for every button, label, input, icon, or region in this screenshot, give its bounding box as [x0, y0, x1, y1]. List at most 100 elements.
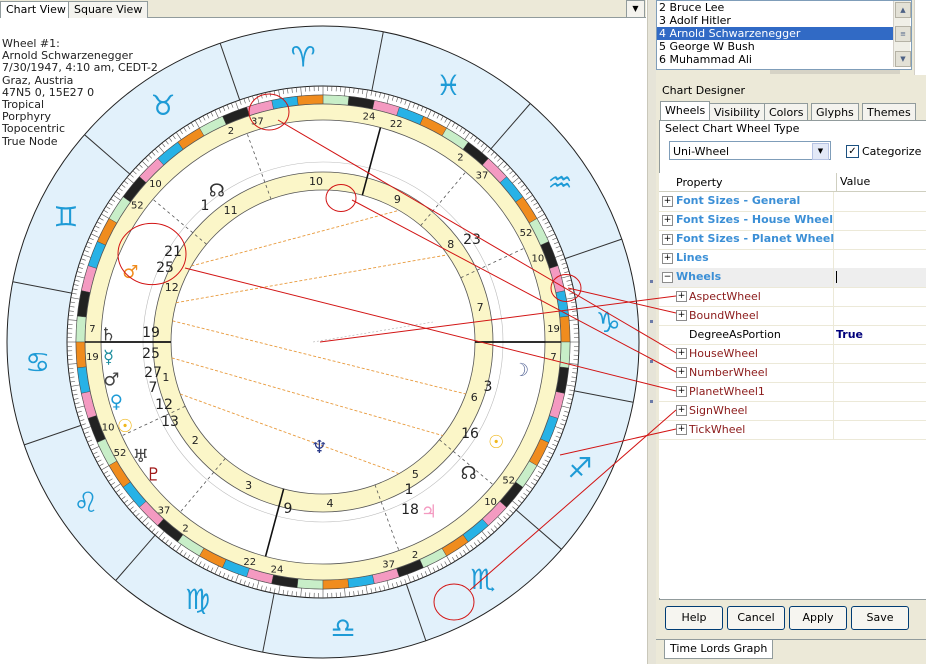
house-number: 1: [162, 371, 169, 384]
tab-wheels[interactable]: Wheels: [660, 101, 711, 121]
planet-glyph-icon: ☿: [103, 347, 114, 368]
tab-dropdown-arrow-icon[interactable]: ▼: [626, 0, 645, 18]
cusp-degree-label: 2: [228, 126, 234, 137]
expand-icon[interactable]: +: [676, 367, 687, 378]
category-row[interactable]: + Lines: [659, 249, 926, 269]
tab-visibility[interactable]: Visibility: [709, 103, 766, 121]
wheel-list: 2 Bruce Lee 3 Adolf Hitler 4 Arnold Schw…: [656, 0, 912, 70]
chart-designer-title: Chart Designer: [662, 84, 745, 97]
planet-degree-label: 16: [461, 426, 479, 442]
category-row[interactable]: + Font Sizes - General: [659, 192, 926, 212]
zodiac-sign-icon: ♊: [53, 201, 78, 234]
wheel-type-select[interactable]: Uni-Wheel ▼: [669, 141, 831, 160]
property-row-numberwheel[interactable]: + NumberWheel: [659, 363, 926, 383]
expand-icon[interactable]: +: [662, 196, 673, 207]
wheel-list-scrollbar[interactable]: ▲ ≡ ▼: [893, 1, 911, 67]
list-item[interactable]: 6 Muhammad Ali: [657, 53, 911, 66]
planet-degree-label: 1: [201, 198, 210, 214]
category-label: Lines: [676, 251, 709, 264]
expand-icon[interactable]: +: [676, 291, 687, 302]
expand-icon[interactable]: +: [662, 215, 673, 226]
list-item[interactable]: 5 George W Bush: [657, 40, 911, 53]
planet-minute-label: 25: [156, 260, 174, 276]
house-number: 5: [412, 468, 419, 481]
tab-chart-view[interactable]: Chart View: [0, 1, 72, 19]
text-cursor: [836, 271, 837, 283]
zodiac-sign-icon: ♒: [548, 166, 573, 199]
horizontal-splitter[interactable]: [770, 70, 900, 74]
planet-glyph-icon: ♆: [311, 437, 327, 458]
category-row-wheels[interactable]: − Wheels: [659, 268, 926, 288]
expand-icon[interactable]: +: [676, 405, 687, 416]
collapse-icon[interactable]: −: [662, 272, 673, 283]
planet-degree-label: 19: [142, 325, 160, 341]
zodiac-sign-icon: ♋: [25, 346, 50, 379]
property-name: TickWheel: [689, 423, 746, 436]
property-row-signwheel[interactable]: + SignWheel: [659, 401, 926, 421]
cusp-minute-label: 37: [382, 559, 395, 570]
expand-icon[interactable]: +: [676, 310, 687, 321]
zodiac-sign-icon: ♏: [470, 563, 495, 596]
property-row-housewheel[interactable]: + HouseWheel: [659, 344, 926, 364]
planet-minute-label: 25: [142, 346, 160, 362]
planet-minute-label: 18: [401, 502, 419, 518]
chart-info-block: Wheel #1: Arnold Schwarzenegger 7/30/194…: [2, 37, 158, 148]
cusp-minute-label: 10: [532, 253, 545, 264]
list-item[interactable]: 3 Adolf Hitler: [657, 14, 911, 27]
planet-glyph-icon: ♇: [146, 464, 162, 485]
chevron-down-icon[interactable]: ▼: [812, 143, 829, 160]
planet-degree-label: 23: [463, 232, 481, 248]
property-name: HouseWheel: [689, 347, 758, 360]
property-row-boundwheel[interactable]: + BoundWheel: [659, 306, 926, 326]
expand-icon[interactable]: +: [662, 234, 673, 245]
value-column-header: Value: [836, 173, 870, 191]
tab-colors[interactable]: Colors: [764, 103, 809, 121]
cusp-minute-label: 10: [484, 497, 497, 508]
property-row-planetwheel1[interactable]: + PlanetWheel1: [659, 382, 926, 402]
property-row-tickwheel[interactable]: + TickWheel: [659, 420, 926, 440]
planet-glyph-icon: ♂: [103, 369, 119, 390]
expand-icon[interactable]: +: [676, 424, 687, 435]
cusp-degree-label: 2: [182, 524, 188, 535]
scroll-thumb[interactable]: ≡: [895, 26, 911, 42]
scroll-down-icon[interactable]: ▼: [895, 51, 911, 67]
cusp-minute-label: 37: [158, 506, 171, 517]
property-row-aspectwheel[interactable]: + AspectWheel: [659, 287, 926, 307]
cusp-degree-label: 2: [457, 152, 463, 163]
cusp-minute-label: 22: [243, 557, 256, 568]
cusp-minute-label: 22: [390, 119, 403, 130]
planet-glyph-icon: ☉: [117, 416, 133, 437]
tab-glyphs[interactable]: Glyphs: [811, 103, 859, 121]
expand-icon[interactable]: +: [676, 348, 687, 359]
right-edge-strip: [914, 0, 926, 75]
property-row-degreeasportion[interactable]: DegreeAsPortion True: [659, 325, 926, 345]
apply-button[interactable]: Apply: [789, 606, 847, 630]
zodiac-sign-icon: ♐: [568, 451, 593, 484]
cusp-minute-label: 37: [476, 170, 489, 181]
property-name: DegreeAsPortion: [689, 328, 781, 341]
tab-themes[interactable]: Themes: [862, 103, 916, 121]
property-name: NumberWheel: [689, 366, 768, 379]
expand-icon[interactable]: +: [676, 386, 687, 397]
list-item[interactable]: 2 Bruce Lee: [657, 1, 911, 14]
category-row[interactable]: + Font Sizes - House Wheel: [659, 211, 926, 231]
planet-minute-label: 13: [161, 414, 179, 430]
tab-time-lords-graph[interactable]: Time Lords Graph: [664, 640, 774, 659]
categorize-checkbox[interactable]: ✓: [846, 145, 859, 158]
property-value[interactable]: True: [836, 328, 863, 341]
planet-degree-label: 27: [144, 365, 162, 381]
scroll-up-icon[interactable]: ▲: [895, 2, 911, 18]
help-button[interactable]: Help: [665, 606, 723, 630]
tab-square-view[interactable]: Square View: [68, 1, 149, 18]
zodiac-sign-icon: ♎: [330, 611, 355, 644]
expand-icon[interactable]: +: [662, 253, 673, 264]
property-grid-header: Property Value: [659, 173, 926, 192]
save-button[interactable]: Save: [851, 606, 909, 630]
categorize-label: Categorize: [862, 145, 922, 158]
info-topocentric: Topocentric: [2, 122, 66, 136]
category-row[interactable]: + Font Sizes - Planet Wheel: [659, 230, 926, 250]
cancel-button[interactable]: Cancel: [727, 606, 785, 630]
property-name: AspectWheel: [689, 290, 761, 303]
list-item-selected[interactable]: 4 Arnold Schwarzenegger: [657, 27, 911, 40]
chart-view-area: 12 11 10 9 8 7 6 5 4 3 2 1 19 7 52 10 2 37 24 22 2 37 52 10 19 7…: [0, 18, 646, 664]
